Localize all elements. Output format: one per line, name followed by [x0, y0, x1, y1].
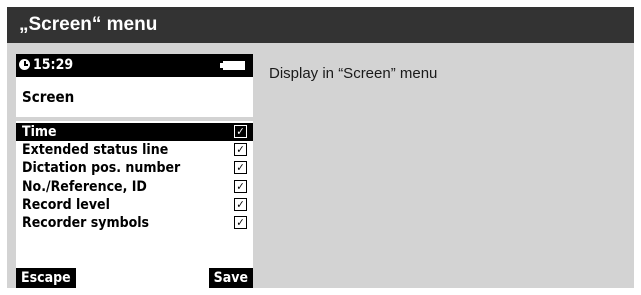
option-reference-id[interactable]: No./Reference, ID ✓ — [16, 178, 253, 196]
checkbox-reference-id[interactable]: ✓ — [234, 179, 247, 193]
device-display: 15:29 Screen Time ✓ Extended status line… — [16, 54, 253, 288]
clock-icon — [19, 59, 30, 70]
divider — [16, 117, 253, 121]
option-label: Dictation pos. number — [22, 160, 181, 177]
option-time[interactable]: Time ✓ — [16, 123, 253, 142]
option-label: Recorder symbols — [22, 214, 150, 231]
option-label: Record level — [22, 196, 110, 213]
option-label: Extended status line — [22, 142, 169, 159]
status-time: 15:29 — [33, 57, 74, 73]
checkbox-extended-status-line[interactable]: ✓ — [234, 143, 247, 157]
menu-title: Screen — [22, 88, 75, 106]
escape-button[interactable]: Escape — [16, 268, 76, 288]
section-header: „Screen“ menu — [7, 7, 634, 43]
checkbox-time[interactable]: ✓ — [234, 125, 247, 138]
caption-text: Display in “Screen” menu — [269, 65, 438, 82]
save-button[interactable]: Save — [208, 268, 253, 288]
softkey-bar: Escape Save — [16, 268, 253, 288]
figure-panel: „Screen“ menu 15:29 Screen Time ✓ Extend… — [7, 7, 634, 288]
option-label: Time — [22, 124, 57, 140]
option-record-level[interactable]: Record level ✓ — [16, 196, 253, 214]
option-label: No./Reference, ID — [22, 178, 147, 195]
battery-icon — [220, 61, 245, 70]
option-dictation-pos-number[interactable]: Dictation pos. number ✓ — [16, 159, 253, 177]
option-extended-status-line[interactable]: Extended status line ✓ — [16, 141, 253, 159]
checkbox-record-level[interactable]: ✓ — [234, 197, 247, 211]
options-list: Time ✓ Extended status line ✓ Dictation … — [16, 123, 253, 232]
checkbox-recorder-symbols[interactable]: ✓ — [234, 215, 247, 229]
status-bar: 15:29 — [16, 54, 253, 77]
checkbox-dictation-pos-number[interactable]: ✓ — [234, 161, 247, 175]
option-recorder-symbols[interactable]: Recorder symbols ✓ — [16, 214, 253, 232]
